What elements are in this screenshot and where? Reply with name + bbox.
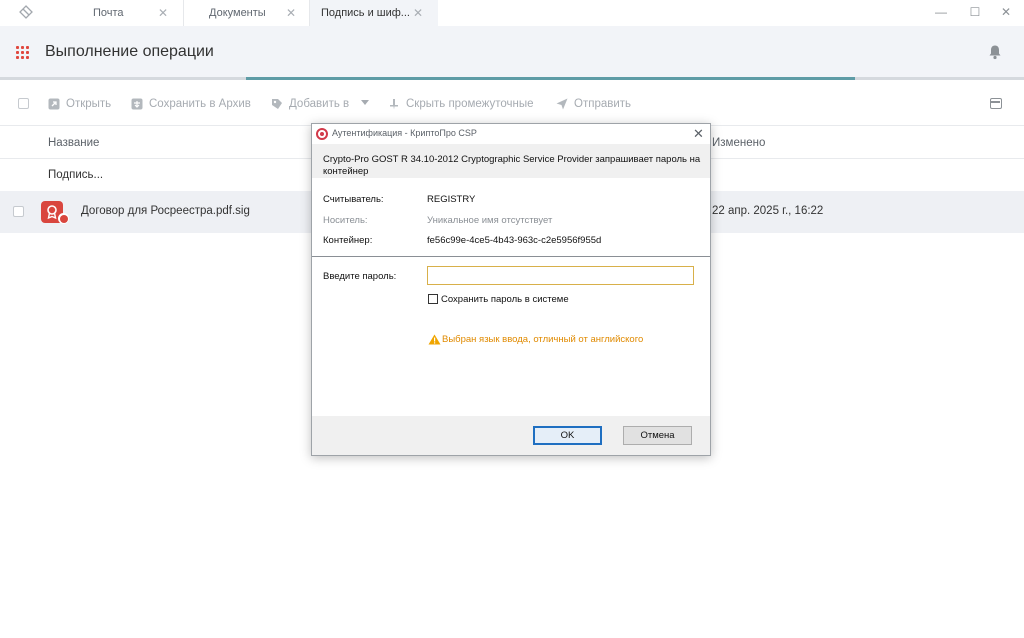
progress-bar — [246, 77, 855, 80]
file-modified-date: 22 апр. 2025 г., 16:22 — [712, 205, 824, 217]
row-checkbox[interactable] — [13, 206, 24, 217]
maximize-window-button[interactable]: ☐ — [959, 0, 991, 26]
add-to-label: Добавить в — [289, 98, 350, 110]
container-value: fe56c99e-4ce5-4b43-963c-c2e5956f955d — [427, 235, 602, 246]
file-name: Договор для Росреестра.pdf.sig — [81, 205, 250, 217]
tab-mail[interactable]: Почта ✕ — [56, 0, 184, 26]
auth-dialog: Аутентификация - КриптоПро CSP ✕ Crypto-… — [311, 123, 711, 456]
reader-label: Считыватель: — [323, 194, 384, 205]
dialog-message: Crypto-Pro GOST R 34.10-2012 Cryptograph… — [323, 154, 701, 177]
add-to-dropdown-chevron-icon[interactable] — [361, 100, 369, 105]
tab-sign-encrypt-label: Подпись и шиф... — [321, 7, 410, 19]
password-input[interactable] — [427, 266, 694, 285]
dialog-footer: OK Отмена — [312, 416, 710, 455]
page-header: Выполнение операции — [0, 26, 1024, 80]
tab-documents-label: Документы — [209, 7, 266, 19]
media-value: Уникальное имя отсутствует — [427, 215, 553, 226]
app-logo-icon — [19, 5, 33, 19]
dialog-message-banner: Crypto-Pro GOST R 34.10-2012 Cryptograph… — [312, 144, 710, 178]
tab-sign-encrypt-close-icon[interactable]: ✕ — [413, 0, 423, 26]
save-password-label[interactable]: Сохранить пароль в системе — [441, 294, 569, 305]
tab-sign-encrypt[interactable]: Подпись и шиф... ✕ — [310, 0, 438, 26]
dialog-close-icon[interactable]: ✕ — [693, 126, 704, 142]
hide-intermediate-label: Скрыть промежуточные — [406, 98, 534, 110]
tab-documents-close-icon[interactable]: ✕ — [286, 0, 296, 26]
container-label: Контейнер: — [323, 235, 373, 246]
error-badge-icon — [58, 213, 69, 224]
open-label: Открыть — [66, 98, 112, 110]
media-label: Носитель: — [323, 215, 368, 226]
column-header-name[interactable]: Название — [48, 137, 99, 149]
bell-icon[interactable] — [988, 44, 1002, 60]
apps-grid-icon[interactable] — [16, 46, 30, 60]
column-header-modified[interactable]: Изменено — [712, 137, 765, 149]
toolbar: Открыть Сохранить в Архив Добавить в Скр… — [0, 88, 1024, 120]
layout-toggle-icon[interactable] — [990, 98, 1002, 109]
cancel-button[interactable]: Отмена — [623, 426, 692, 445]
close-window-button[interactable]: ✕ — [990, 0, 1022, 26]
warning-icon — [428, 334, 441, 345]
save-password-checkbox[interactable] — [428, 294, 438, 304]
select-all-checkbox[interactable] — [18, 98, 29, 109]
tab-mail-label: Почта — [93, 7, 124, 19]
open-icon — [48, 98, 60, 110]
group-header: Подпись... — [48, 169, 104, 181]
pin-icon — [390, 99, 398, 110]
archive-icon — [131, 98, 143, 110]
reader-value: REGISTRY — [427, 194, 476, 205]
tab-documents[interactable]: Документы ✕ — [184, 0, 310, 26]
dialog-separator — [312, 256, 710, 257]
tab-mail-close-icon[interactable]: ✕ — [158, 0, 168, 26]
save-to-archive-label: Сохранить в Архив — [149, 98, 251, 110]
send-icon — [556, 98, 568, 110]
password-label: Введите пароль: — [323, 271, 397, 282]
page-title: Выполнение операции — [45, 43, 214, 60]
tag-icon — [272, 99, 282, 109]
input-language-warning: Выбран язык ввода, отличный от английско… — [442, 334, 644, 345]
ok-button[interactable]: OK — [533, 426, 602, 445]
title-bar: Почта ✕ Документы ✕ Подпись и шиф... ✕ —… — [0, 0, 1024, 26]
minimize-window-button[interactable]: — — [925, 0, 957, 26]
cryptopro-icon — [316, 128, 328, 140]
dialog-titlebar: Аутентификация - КриптоПро CSP ✕ — [312, 124, 710, 144]
send-label: Отправить — [574, 98, 632, 110]
dialog-title: Аутентификация - КриптоПро CSP — [332, 128, 477, 138]
